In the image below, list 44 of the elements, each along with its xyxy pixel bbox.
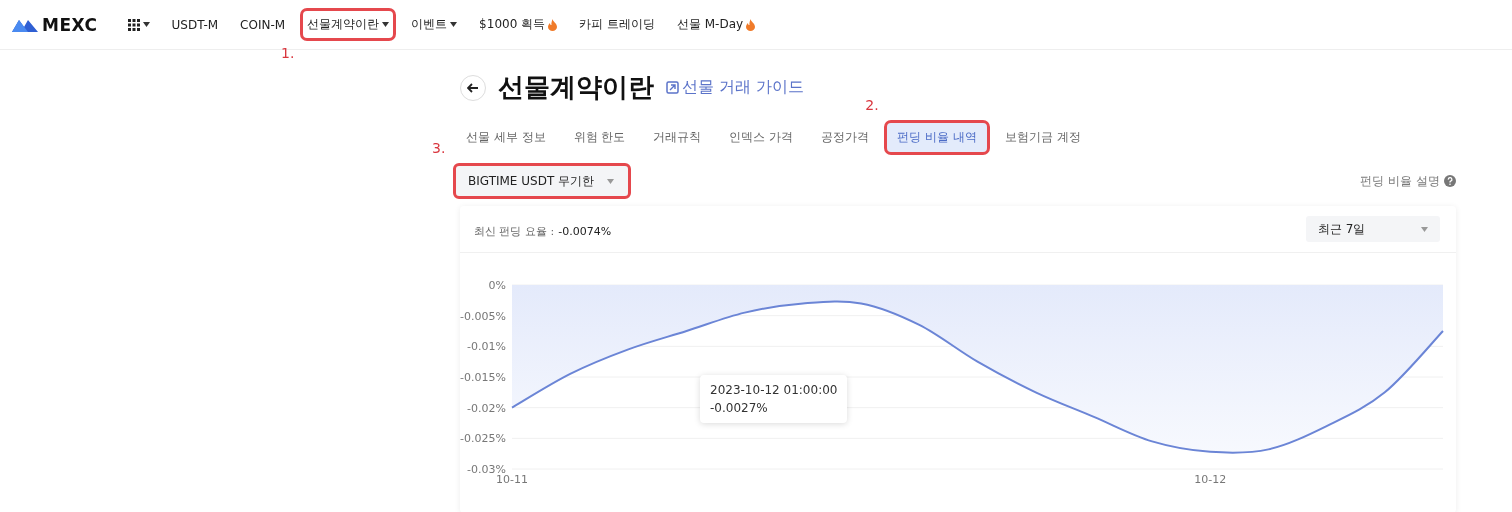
y-axis-label: 0% xyxy=(488,279,506,292)
flame-icon xyxy=(548,18,558,31)
nav-link[interactable]: USDT-M xyxy=(167,12,223,37)
y-axis-label: -0.005% xyxy=(460,309,506,323)
period-select[interactable]: 최근 7일 xyxy=(1306,216,1440,242)
caret-icon xyxy=(1421,226,1428,232)
y-axis-label: -0.01% xyxy=(467,340,506,354)
latest-rate-value: -0.0074% xyxy=(558,224,612,238)
explain-link[interactable]: 펀딩 비율 설명 xyxy=(1360,172,1456,190)
grid-icon xyxy=(127,18,140,31)
back-arrow-icon xyxy=(467,82,479,93)
guide-link[interactable]: 선물 거래 가이드 xyxy=(666,77,805,98)
caret-icon xyxy=(142,22,150,27)
callout-number: 3. xyxy=(432,140,446,156)
help-icon xyxy=(1444,175,1456,187)
callout-number: 1. xyxy=(281,45,295,61)
logo-text: MEXC xyxy=(42,14,98,35)
x-axis-label: 10-12 xyxy=(1194,473,1227,486)
tab[interactable]: 위험 한도 xyxy=(563,123,636,152)
caret-icon xyxy=(607,178,614,184)
y-axis-label: -0.02% xyxy=(467,401,506,415)
callout-number: 2. xyxy=(865,97,879,113)
x-axis-label: 10-11 xyxy=(496,473,528,486)
tab[interactable]: 거래규칙 xyxy=(643,123,712,152)
latest-rate-label: 최신 펀딩 요율 : xyxy=(474,224,555,238)
tab[interactable]: 공정가격 xyxy=(811,123,880,152)
chart-tooltip: 2023-10-12 01:00:00 -0.0027% xyxy=(700,375,848,423)
nav-link[interactable]: COIN-M xyxy=(236,12,290,37)
nav-link[interactable]: 선물 M-Day xyxy=(672,11,760,38)
nav-link[interactable]: $1000 획득 xyxy=(475,11,562,38)
y-axis-label: -0.015% xyxy=(460,371,506,384)
tab[interactable]: 보험기금 계정 xyxy=(994,123,1091,152)
external-link-icon xyxy=(666,81,679,94)
y-axis-label: -0.025% xyxy=(460,432,506,446)
nav-link[interactable]: 카피 트레이딩 xyxy=(575,11,659,38)
tab[interactable]: 선물 세부 정보 xyxy=(456,123,556,152)
y-axis-label: -0.03% xyxy=(467,463,506,476)
nav-link[interactable]: 이벤트 xyxy=(407,11,462,38)
flame-icon xyxy=(746,18,756,31)
caret-icon xyxy=(382,22,390,27)
page-title: 선물계약이란 xyxy=(498,71,654,104)
caret-icon xyxy=(450,22,458,27)
back-button[interactable] xyxy=(460,74,486,101)
tab[interactable]: 인덱스 가격 xyxy=(719,123,804,152)
